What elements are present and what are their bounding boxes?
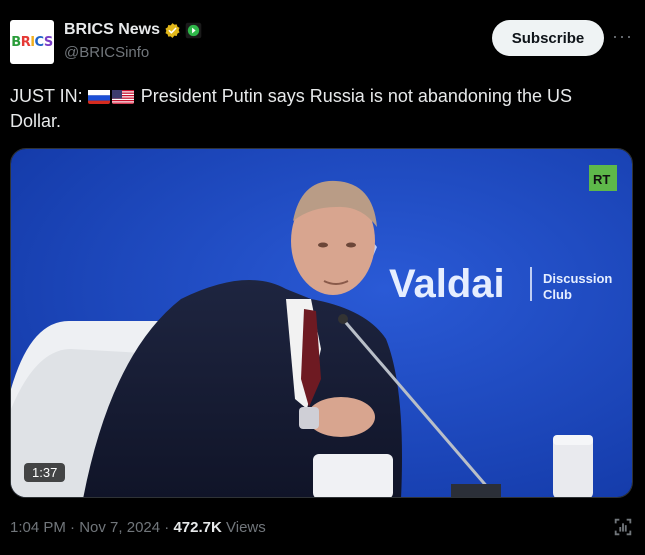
display-name[interactable]: BRICS News <box>64 21 160 39</box>
video-player[interactable]: Valdai Discussion Club RT <box>10 148 633 498</box>
backdrop-subtitle-2: Club <box>543 287 572 302</box>
analytics-icon[interactable] <box>612 516 634 538</box>
account-handle[interactable]: @BRICSinfo <box>64 44 149 61</box>
green-affiliate-icon[interactable] <box>185 22 202 39</box>
backdrop-title: Valdai <box>389 262 505 306</box>
tweet-date[interactable]: Nov 7, 2024 <box>79 519 160 536</box>
channel-logo-text: RT <box>593 172 610 187</box>
meta-separator: · <box>70 519 76 536</box>
backdrop-subtitle-1: Discussion <box>543 271 612 286</box>
views-count: 472.7K <box>173 519 222 536</box>
account-avatar[interactable]: BRICS <box>10 20 54 64</box>
russia-flag-icon <box>87 88 110 104</box>
video-duration-badge: 1:37 <box>24 463 66 482</box>
subscribe-button[interactable]: Subscribe <box>492 20 604 56</box>
tweet-prefix: JUST IN: <box>10 86 83 106</box>
tweet-time[interactable]: 1:04 PM <box>10 519 66 536</box>
tweet-meta: 1:04 PM · Nov 7, 2024 · 472.7K Views <box>10 519 266 536</box>
us-flag-icon <box>111 88 134 104</box>
more-options-icon[interactable]: ··· <box>612 26 633 47</box>
gold-verified-badge-icon[interactable] <box>164 22 181 39</box>
views-label: Views <box>226 519 266 536</box>
video-frame: Valdai Discussion Club RT <box>11 149 632 497</box>
tweet-text: JUST IN: President Putin says Russia is … <box>10 84 620 134</box>
account-name-row: BRICS News <box>64 21 202 39</box>
avatar-logo-text: BRICS <box>11 34 53 50</box>
meta-separator: · <box>164 519 170 536</box>
